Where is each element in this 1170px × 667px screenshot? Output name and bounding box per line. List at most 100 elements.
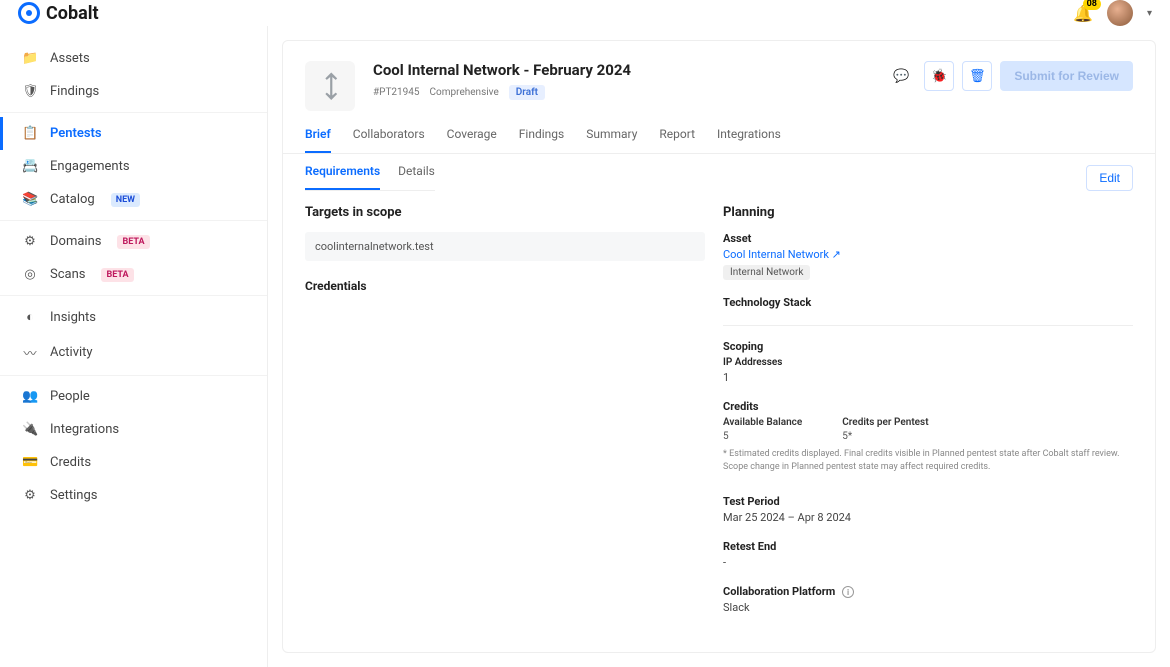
status-badge: Draft <box>509 85 545 100</box>
plug-icon: 🔌 <box>22 422 38 437</box>
submit-for-review-button[interactable]: Submit for Review <box>1000 61 1133 91</box>
user-menu-caret-icon[interactable]: ▾ <box>1147 8 1152 19</box>
tab-summary[interactable]: Summary <box>586 127 637 153</box>
sidebar-item-credits[interactable]: 💳 Credits <box>0 446 267 479</box>
asset-tag: Internal Network <box>723 265 810 280</box>
sidebar-item-scans[interactable]: ◎ Scans BETA <box>0 258 267 291</box>
tab-report[interactable]: Report <box>659 127 695 153</box>
sidebar-item-label: Assets <box>50 51 90 66</box>
collab-platform-label: Collaboration Platform i <box>723 585 1133 598</box>
briefcase-icon: 📇 <box>22 159 38 174</box>
brand-logo[interactable]: Cobalt <box>18 2 99 24</box>
brand-logo-icon <box>18 2 40 24</box>
trash-icon: 🗑 <box>969 69 986 84</box>
sub-tabs: Requirements Details <box>305 164 435 191</box>
tab-collaborators[interactable]: Collaborators <box>353 127 425 153</box>
tab-integrations[interactable]: Integrations <box>717 127 781 153</box>
credentials-heading: Credentials <box>305 279 705 293</box>
sidebar-item-engagements[interactable]: 📇 Engagements <box>0 150 267 183</box>
brand-name: Cobalt <box>46 3 99 24</box>
sidebar-item-integrations[interactable]: 🔌 Integrations <box>0 413 267 446</box>
credits-per-pentest-label: Credits per Pentest <box>842 417 928 428</box>
scoping-label: Scoping <box>723 340 1133 353</box>
sidebar-item-label: Activity <box>50 345 93 360</box>
notifications-bell[interactable]: 🔔 08 <box>1073 4 1093 23</box>
gear-icon: ⚙ <box>22 488 38 503</box>
planning-heading: Planning <box>723 205 1133 220</box>
tab-coverage[interactable]: Coverage <box>447 127 497 153</box>
pulse-icon: 〰 <box>22 343 38 362</box>
test-period-label: Test Period <box>723 495 1133 508</box>
folder-icon: 📁 <box>22 51 38 66</box>
asset-link[interactable]: Cool Internal Network ↗ <box>723 248 841 261</box>
external-link-icon: ↗ <box>832 248 841 261</box>
sidebar-item-label: Credits <box>50 455 91 470</box>
target-value: coolinternalnetwork.test <box>305 232 705 261</box>
pentest-id: #PT21945 <box>373 87 420 98</box>
collab-platform-value: Slack <box>723 601 1133 614</box>
sidebar-item-label: Pentests <box>50 126 102 141</box>
pentest-type: Comprehensive <box>430 87 499 98</box>
targets-heading: Targets in scope <box>305 205 705 220</box>
asset-label: Asset <box>723 232 1133 245</box>
sitemap-icon: ⚙ <box>22 234 38 249</box>
sidebar-item-findings[interactable]: 🛡 Findings <box>0 75 267 108</box>
sidebar-item-settings[interactable]: ⚙ Settings <box>0 479 267 512</box>
info-icon[interactable]: i <box>842 586 854 598</box>
test-period-value: Mar 25 2024 – Apr 8 2024 <box>723 511 1133 524</box>
pie-icon: ◐ <box>22 309 38 325</box>
available-balance-label: Available Balance <box>723 417 802 428</box>
target-icon: ◎ <box>22 267 38 282</box>
edit-button[interactable]: Edit <box>1086 165 1133 191</box>
sidebar-item-label: Domains <box>50 234 101 249</box>
tab-brief[interactable]: Brief <box>305 127 331 153</box>
tab-findings[interactable]: Findings <box>519 127 564 153</box>
clipboard-icon: 📋 <box>22 126 38 141</box>
shield-icon: 🛡 <box>22 84 38 99</box>
bug-icon: 🐞 <box>931 69 947 84</box>
people-icon: 👥 <box>22 389 38 404</box>
sidebar-item-label: Integrations <box>50 422 119 437</box>
book-icon: 📚 <box>22 192 38 207</box>
available-balance-value: 5 <box>723 431 802 442</box>
comment-button[interactable]: 💬 <box>886 61 916 91</box>
page-title: Cool Internal Network - February 2024 <box>373 61 631 79</box>
sidebar: 📁 Assets 🛡 Findings 📋 Pentests 📇 Engagements 📚 Ca… <box>0 26 268 667</box>
sidebar-item-label: Settings <box>50 488 97 503</box>
sidebar-item-domains[interactable]: ⚙ Domains BETA <box>0 225 267 258</box>
retest-end-label: Retest End <box>723 540 1133 553</box>
sidebar-item-label: Scans <box>50 267 85 282</box>
sidebar-item-label: Engagements <box>50 159 130 174</box>
credits-fineprint: * Estimated credits displayed. Final cre… <box>723 442 1133 479</box>
notifications-badge: 08 <box>1083 0 1101 10</box>
user-avatar[interactable] <box>1107 0 1133 26</box>
sidebar-badge: BETA <box>101 268 133 282</box>
ip-label: IP Addresses <box>723 357 1133 368</box>
sidebar-item-people[interactable]: 👥 People <box>0 380 267 413</box>
subtab-details[interactable]: Details <box>398 164 435 190</box>
sidebar-item-label: People <box>50 389 90 404</box>
ip-value: 1 <box>723 371 1133 384</box>
bug-button[interactable]: 🐞 <box>924 61 954 91</box>
sidebar-item-insights[interactable]: ◐ Insights <box>0 300 267 334</box>
main-tabs: Brief Collaborators Coverage Findings Summar… <box>283 111 1155 154</box>
pentest-thumb: ⤡ <box>305 61 355 111</box>
sidebar-item-activity[interactable]: 〰 Activity <box>0 334 267 371</box>
sidebar-item-label: Insights <box>50 310 96 325</box>
retest-end-value: - <box>723 556 1133 569</box>
card-icon: 💳 <box>22 455 38 470</box>
sidebar-item-label: Findings <box>50 84 99 99</box>
tech-stack-label: Technology Stack <box>723 296 1133 309</box>
credits-label: Credits <box>723 400 1133 413</box>
subtab-requirements[interactable]: Requirements <box>305 164 380 190</box>
sidebar-badge: BETA <box>117 235 149 249</box>
sidebar-item-catalog[interactable]: 📚 Catalog NEW <box>0 183 267 216</box>
divider <box>723 325 1133 326</box>
sidebar-item-label: Catalog <box>50 192 95 207</box>
sidebar-item-assets[interactable]: 📁 Assets <box>0 42 267 75</box>
comment-icon: 💬 <box>893 69 909 84</box>
sidebar-badge: NEW <box>111 193 140 207</box>
credits-per-pentest-value: 5* <box>842 431 928 442</box>
delete-button[interactable]: 🗑 <box>962 61 992 91</box>
sidebar-item-pentests[interactable]: 📋 Pentests <box>0 117 267 150</box>
